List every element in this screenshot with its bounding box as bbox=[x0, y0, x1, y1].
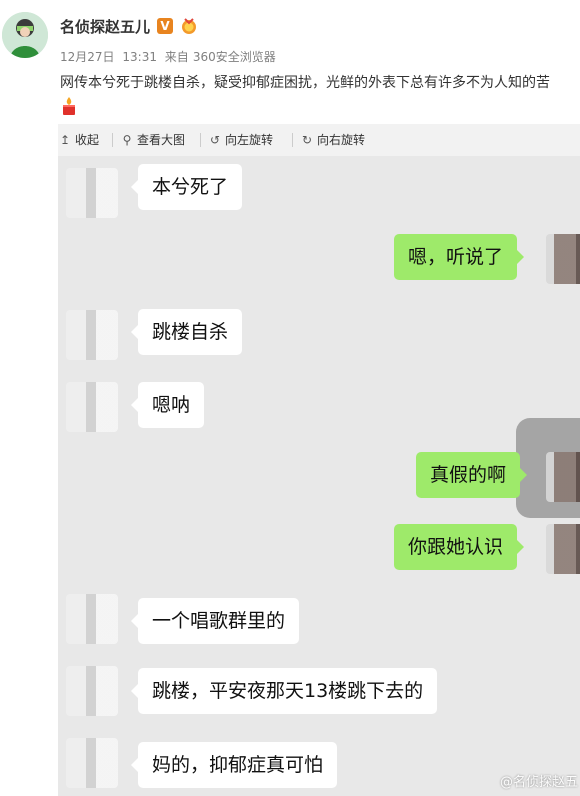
image-toolbar: ↥ 收起 ⚲ 查看大图 ↺ 向左旋转 ↻ 向右旋转 bbox=[58, 124, 580, 156]
medal-icon[interactable] bbox=[180, 17, 198, 35]
blurred-avatar bbox=[546, 234, 580, 284]
chat-bubble-incoming: 跳楼自杀 bbox=[130, 309, 243, 355]
rotate-right-icon: ↻ bbox=[301, 133, 313, 147]
rotate-left-button[interactable]: ↺ 向左旋转 bbox=[208, 132, 273, 148]
toolbar-divider bbox=[200, 133, 201, 147]
chat-bubble-incoming: 妈的，抑郁症真可怕 bbox=[130, 742, 338, 788]
blurred-avatar bbox=[66, 310, 118, 360]
blurred-avatar bbox=[66, 738, 118, 788]
chat-bubble-outgoing: 你跟她认识 bbox=[394, 524, 525, 570]
post-source[interactable]: 360安全浏览器 bbox=[193, 50, 276, 64]
verified-badge-icon[interactable]: V bbox=[157, 18, 173, 34]
watermark: @名侦探赵五 bbox=[499, 775, 578, 790]
post-meta: 12月27日 13:31 来自 360安全浏览器 bbox=[60, 48, 280, 65]
chat-screenshot-image[interactable]: 本兮死了 嗯，听说了 跳楼自杀 嗯呐 真假的啊 你跟她认识 一个唱歌群里的 跳楼… bbox=[58, 156, 580, 796]
blurred-avatar bbox=[66, 666, 118, 716]
collapse-icon: ↥ bbox=[59, 133, 71, 147]
rotate-right-button[interactable]: ↻ 向右旋转 bbox=[300, 132, 365, 148]
toolbar-divider bbox=[112, 133, 113, 147]
username[interactable]: 名侦探赵五儿 bbox=[60, 16, 150, 37]
chat-bubble-outgoing: 嗯，听说了 bbox=[394, 234, 525, 280]
toolbar-divider bbox=[292, 133, 293, 147]
post-time[interactable]: 13:31 bbox=[122, 50, 157, 64]
collapse-button[interactable]: ↥ 收起 bbox=[58, 132, 99, 148]
chat-bubble-incoming: 嗯呐 bbox=[130, 382, 205, 428]
rotate-left-icon: ↺ bbox=[209, 133, 221, 147]
post-text: 网传本兮死于跳楼自杀，疑受抑郁症困扰，光鲜的外表下总有许多不为人知的苦 bbox=[60, 75, 550, 91]
magnifier-icon: ⚲ bbox=[122, 133, 132, 147]
view-large-button[interactable]: ⚲ 查看大图 bbox=[120, 132, 185, 148]
blurred-avatar bbox=[66, 168, 118, 218]
chat-bubble-incoming: 一个唱歌群里的 bbox=[130, 598, 300, 644]
post-date[interactable]: 12月27日 bbox=[60, 50, 115, 64]
chat-bubble-outgoing: 真假的啊 bbox=[416, 452, 528, 498]
post-source-prefix: 来自 bbox=[164, 50, 189, 64]
blurred-avatar bbox=[66, 594, 118, 644]
chat-bubble-incoming: 跳楼，平安夜那天13楼跳下去的 bbox=[130, 668, 438, 714]
user-avatar[interactable] bbox=[2, 12, 48, 58]
blurred-avatar bbox=[546, 524, 580, 574]
blurred-avatar bbox=[66, 382, 118, 432]
chat-bubble-incoming: 本兮死了 bbox=[130, 164, 243, 210]
candle-icon bbox=[63, 97, 75, 115]
blurred-avatar bbox=[546, 452, 580, 502]
